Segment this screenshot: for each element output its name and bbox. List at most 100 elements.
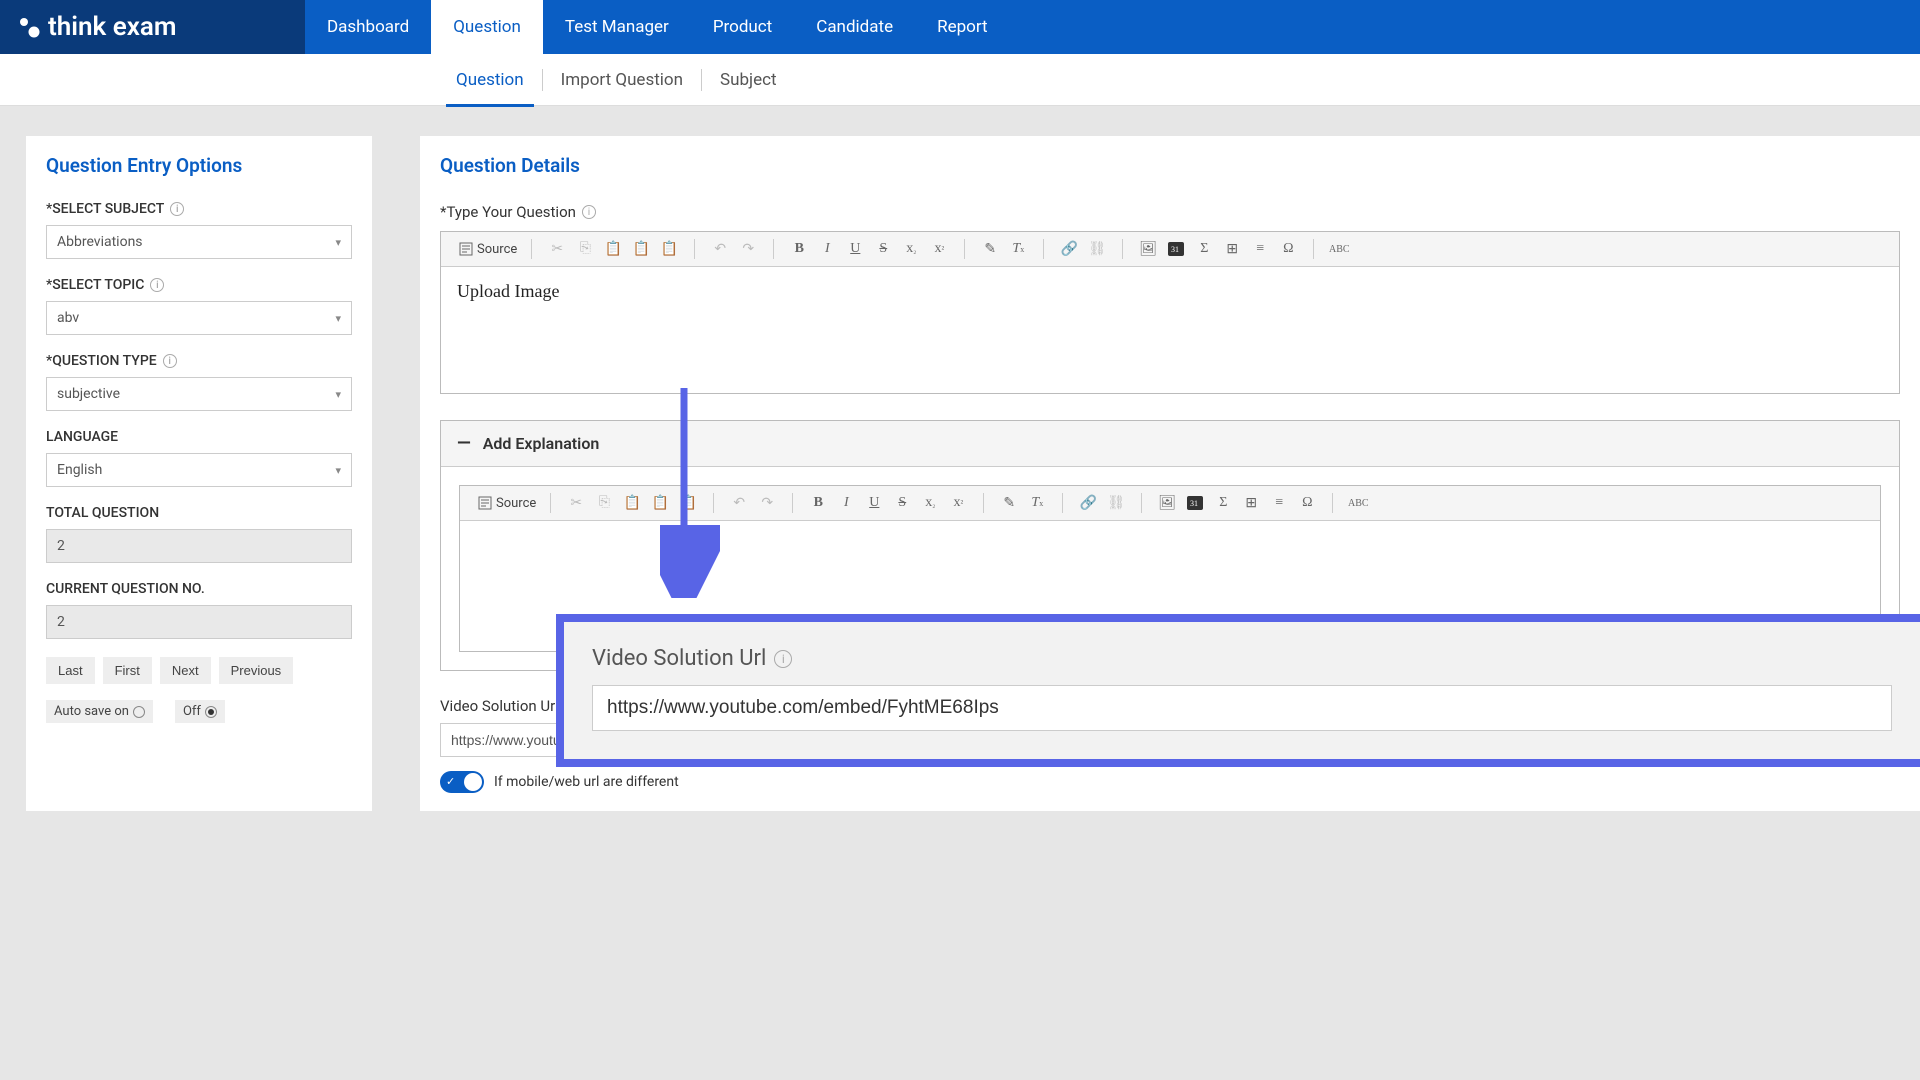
superscript-icon[interactable]: x² [947, 492, 969, 514]
language-select[interactable]: English▾ [46, 453, 352, 487]
paste-icon[interactable]: 📋 [621, 492, 643, 514]
subnav-question[interactable]: Question [438, 54, 542, 106]
paste-word-icon[interactable]: 📋 [658, 238, 680, 260]
remove-format-icon[interactable]: Tx [1007, 238, 1029, 260]
undo-icon[interactable]: ↶ [728, 492, 750, 514]
subnav-import-question[interactable]: Import Question [543, 54, 701, 106]
chevron-down-icon: ▾ [335, 388, 341, 401]
table-icon[interactable]: ⊞ [1221, 238, 1243, 260]
spellcheck-icon[interactable]: ABC [1347, 492, 1369, 514]
redo-icon[interactable]: ↷ [756, 492, 778, 514]
strike-icon[interactable]: S [891, 492, 913, 514]
editor-toolbar: Source ✂ ⎘ 📋 📋 📋 ↶ ↷ B I [441, 232, 1899, 267]
image-icon[interactable]: 🖼 [1137, 238, 1159, 260]
annotation-callout: Video Solution Urli [556, 614, 1920, 767]
total-question-value: 2 [46, 529, 352, 563]
top-nav: think exam Dashboard Question Test Manag… [0, 0, 1920, 54]
subject-label: *SELECT SUBJECTi [46, 201, 352, 217]
info-icon[interactable]: i [163, 354, 177, 368]
info-icon: i [774, 650, 792, 668]
add-explanation-header[interactable]: — Add Explanation [441, 421, 1899, 467]
bold-icon[interactable]: B [788, 238, 810, 260]
chevron-down-icon: ▾ [335, 312, 341, 325]
topic-select[interactable]: abv▾ [46, 301, 352, 335]
first-button[interactable]: First [103, 657, 152, 684]
sigma-icon[interactable]: Σ [1212, 492, 1234, 514]
subject-select[interactable]: Abbreviations▾ [46, 225, 352, 259]
toggle-knob [464, 773, 482, 791]
nav-report[interactable]: Report [915, 0, 1009, 54]
omega-icon[interactable]: Ω [1277, 238, 1299, 260]
unlink-icon[interactable]: ⛓ [1086, 238, 1108, 260]
remove-format-icon[interactable]: Tx [1026, 492, 1048, 514]
paste-text-icon[interactable]: 📋 [630, 238, 652, 260]
chevron-down-icon: ▾ [335, 464, 341, 477]
nav-candidate[interactable]: Candidate [794, 0, 915, 54]
callout-label: Video Solution Urli [592, 646, 1892, 671]
undo-icon[interactable]: ↶ [709, 238, 731, 260]
code-icon[interactable]: 31 [1165, 238, 1187, 260]
italic-icon[interactable]: I [835, 492, 857, 514]
collapse-icon: — [457, 433, 471, 454]
paste-text-icon[interactable]: 📋 [649, 492, 671, 514]
marker-icon[interactable]: ✎ [979, 238, 1001, 260]
unlink-icon[interactable]: ⛓ [1105, 492, 1127, 514]
cut-icon[interactable]: ✂ [546, 238, 568, 260]
info-icon[interactable]: i [582, 205, 596, 219]
superscript-icon[interactable]: x² [928, 238, 950, 260]
paste-icon[interactable]: 📋 [602, 238, 624, 260]
mobile-web-toggle[interactable]: ✓ [440, 771, 484, 793]
image-icon[interactable]: 🖼 [1156, 492, 1178, 514]
nav-dashboard[interactable]: Dashboard [305, 0, 431, 54]
link-icon[interactable]: 🔗 [1058, 238, 1080, 260]
previous-button[interactable]: Previous [219, 657, 294, 684]
code-icon[interactable]: 31 [1184, 492, 1206, 514]
nav-test-manager[interactable]: Test Manager [543, 0, 691, 54]
paste-word-icon[interactable]: 📋 [677, 492, 699, 514]
chevron-down-icon: ▾ [335, 236, 341, 249]
subscript-icon[interactable]: x₂ [900, 238, 922, 260]
source-button[interactable]: Source [478, 496, 536, 511]
callout-url-input[interactable] [592, 685, 1892, 731]
sigma-icon[interactable]: Σ [1193, 238, 1215, 260]
nav-question[interactable]: Question [431, 0, 543, 54]
svg-text:31: 31 [1171, 245, 1179, 254]
info-icon[interactable]: i [170, 202, 184, 216]
bold-icon[interactable]: B [807, 492, 829, 514]
strike-icon[interactable]: S [872, 238, 894, 260]
table-icon[interactable]: ⊞ [1240, 492, 1262, 514]
underline-icon[interactable]: U [844, 238, 866, 260]
type-question-label: *Type Your Questioni [440, 203, 1900, 221]
info-icon[interactable]: i [150, 278, 164, 292]
align-icon[interactable]: ≡ [1249, 238, 1271, 260]
nav-product[interactable]: Product [691, 0, 794, 54]
check-icon: ✓ [446, 775, 455, 788]
align-icon[interactable]: ≡ [1268, 492, 1290, 514]
copy-icon[interactable]: ⎘ [593, 492, 615, 514]
subscript-icon[interactable]: x₂ [919, 492, 941, 514]
omega-icon[interactable]: Ω [1296, 492, 1318, 514]
underline-icon[interactable]: U [863, 492, 885, 514]
autosave-on-radio[interactable]: Auto save on [46, 700, 153, 723]
subnav-subject[interactable]: Subject [702, 54, 795, 106]
editor-content[interactable]: Upload Image [441, 267, 1899, 393]
topic-label: *SELECT TOPICi [46, 277, 352, 293]
cut-icon[interactable]: ✂ [565, 492, 587, 514]
question-type-select[interactable]: subjective▾ [46, 377, 352, 411]
question-editor: Source ✂ ⎘ 📋 📋 📋 ↶ ↷ B I [440, 231, 1900, 394]
nav-items: Dashboard Question Test Manager Product … [305, 0, 1010, 54]
last-button[interactable]: Last [46, 657, 95, 684]
marker-icon[interactable]: ✎ [998, 492, 1020, 514]
italic-icon[interactable]: I [816, 238, 838, 260]
next-button[interactable]: Next [160, 657, 211, 684]
current-question-value: 2 [46, 605, 352, 639]
source-button[interactable]: Source [459, 242, 517, 257]
redo-icon[interactable]: ↷ [737, 238, 759, 260]
link-icon[interactable]: 🔗 [1077, 492, 1099, 514]
autosave-off-radio[interactable]: Off [175, 700, 225, 723]
spellcheck-icon[interactable]: ABC [1328, 238, 1350, 260]
total-question-label: TOTAL QUESTION [46, 505, 352, 521]
radio-icon [133, 706, 145, 718]
svg-text:31: 31 [1190, 499, 1198, 508]
copy-icon[interactable]: ⎘ [574, 238, 596, 260]
